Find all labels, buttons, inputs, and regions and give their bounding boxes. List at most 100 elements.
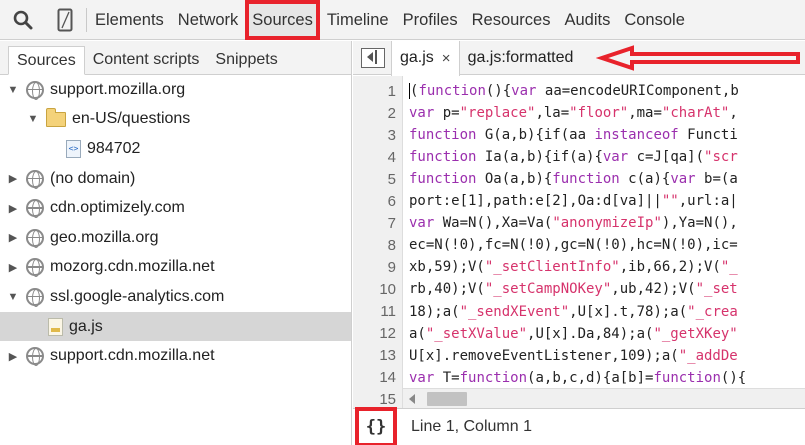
line-number[interactable]: 3 — [353, 127, 399, 144]
code-line[interactable]: 2 var p="replace",la="floor",ma="charAt", — [353, 102, 805, 124]
code-text: var T=function(a,b,c,d){a[b]=function(){ — [409, 369, 747, 386]
expand-triangle-icon[interactable]: ▼ — [26, 113, 40, 125]
editor-tab-ga-js-formatted[interactable]: ga.js:formatted — [460, 41, 582, 75]
expand-triangle-icon[interactable]: ▼ — [6, 291, 20, 303]
code-line[interactable]: 10 rb,40);V("_setCampNOKey",ub,42);V("_se… — [353, 278, 805, 300]
code-text: 18);a("_sendXEvent",U[x].t,78);a("_crea — [409, 303, 738, 320]
tree-item-label: en-US/questions — [72, 110, 191, 128]
code-editor[interactable]: 1 (function(){var aa=encodeURIComponent,b… — [353, 76, 805, 408]
code-line[interactable]: 4 function Ia(a,b){if(a){var c=J[qa]("scr — [353, 146, 805, 168]
globe-icon — [26, 258, 44, 278]
collapse-triangle-icon[interactable]: ▶ — [6, 202, 20, 215]
code-text: xb,59);V("_setClientInfo",ib,66,2);V("_ — [409, 259, 738, 276]
pretty-print-button[interactable]: {} — [355, 407, 397, 445]
code-text: function G(a,b){if(aa instanceof Functi — [409, 127, 738, 144]
tab-profiles[interactable]: Profiles — [396, 0, 465, 40]
line-number[interactable]: 13 — [353, 347, 399, 364]
globe-icon — [26, 347, 44, 367]
panel-tabs: Elements Network Sources Timeline Profil… — [88, 0, 692, 40]
device-mode-icon[interactable] — [52, 0, 78, 40]
tab-audits[interactable]: Audits — [557, 0, 617, 40]
navigator-tab-sources[interactable]: Sources — [8, 46, 85, 75]
collapse-triangle-icon[interactable]: ▶ — [6, 261, 20, 274]
tree-item-cdn-optimizely-com[interactable]: ▶ cdn.optimizely.com — [0, 193, 351, 223]
code-line[interactable]: 1 (function(){var aa=encodeURIComponent,b — [353, 80, 805, 102]
collapse-triangle-icon[interactable]: ▶ — [6, 350, 20, 363]
globe-icon — [26, 228, 44, 248]
horizontal-scrollbar[interactable] — [403, 388, 805, 408]
line-number[interactable]: 12 — [353, 325, 399, 342]
editor-tab-label: ga.js — [400, 49, 434, 66]
tree-item-label: 984702 — [87, 139, 141, 157]
code-text: function Oa(a,b){function c(a){var b=(a — [409, 171, 738, 188]
code-line[interactable]: 7 var Wa=N(),Xa=Va("anonymizeIp"),Ya=N(), — [353, 212, 805, 234]
line-number[interactable]: 15 — [353, 391, 399, 408]
line-number[interactable]: 6 — [353, 193, 399, 210]
tree-item-geo-mozilla-org[interactable]: ▶ geo.mozilla.org — [0, 223, 351, 253]
editor-tabs: ga.js × ga.js:formatted — [353, 40, 805, 76]
collapse-triangle-icon[interactable]: ▶ — [6, 231, 20, 244]
line-number[interactable]: 7 — [353, 215, 399, 232]
line-number[interactable]: 2 — [353, 105, 399, 122]
cursor-position: Line 1, Column 1 — [411, 418, 532, 435]
close-icon[interactable]: × — [442, 50, 451, 67]
toggle-navigator-icon[interactable] — [361, 47, 385, 68]
tree-item-no-domain[interactable]: ▶ (no domain) — [0, 164, 351, 194]
code-line[interactable]: 11 18);a("_sendXEvent",U[x].t,78);a("_cre… — [353, 301, 805, 323]
navigator-tab-snippets[interactable]: Snippets — [207, 46, 285, 74]
tree-item-support-mozilla-org[interactable]: ▼ support.mozilla.org — [0, 75, 351, 105]
tab-sources[interactable]: Sources — [245, 0, 320, 40]
tree-item-label: ssl.google-analytics.com — [50, 287, 225, 305]
code-line[interactable]: 3 function G(a,b){if(aa instanceof Functi — [353, 124, 805, 146]
tree-item-ssl-google-analytics-com[interactable]: ▼ ssl.google-analytics.com — [0, 282, 351, 312]
html-file-icon: <> — [66, 139, 81, 158]
code-text: function Ia(a,b){if(a){var c=J[qa]("scr — [409, 149, 738, 166]
tab-timeline[interactable]: Timeline — [320, 0, 396, 40]
expand-triangle-icon[interactable]: ▼ — [6, 84, 20, 96]
sources-navigator: Sources Content scripts Snippets ▼ suppo… — [0, 41, 352, 445]
code-line[interactable]: 14 var T=function(a,b,c,d){a[b]=function(… — [353, 367, 805, 389]
code-line[interactable]: 9 xb,59);V("_setClientInfo",ib,66,2);V("_ — [353, 256, 805, 278]
code-text: var p="replace",la="floor",ma="charAt", — [409, 105, 738, 122]
tab-resources[interactable]: Resources — [465, 0, 558, 40]
line-number[interactable]: 8 — [353, 237, 399, 254]
code-line[interactable]: 13 U[x].removeEventListener,109);a("_addD… — [353, 345, 805, 367]
editor-tab-label: ga.js:formatted — [467, 48, 574, 66]
tree-item-ga-js[interactable]: ga.js — [0, 311, 351, 342]
tree-item-label: geo.mozilla.org — [50, 228, 159, 246]
js-file-icon — [48, 317, 63, 336]
search-icon[interactable] — [10, 0, 36, 40]
tree-item-label: (no domain) — [50, 169, 136, 187]
line-number[interactable]: 5 — [353, 171, 399, 188]
tree-item-label: cdn.optimizely.com — [50, 199, 185, 217]
line-number[interactable]: 9 — [353, 259, 399, 276]
editor-tab-ga-js[interactable]: ga.js × — [391, 40, 460, 76]
line-number[interactable]: 4 — [353, 149, 399, 166]
code-text: a("_setXValue",U[x].Da,84);a("_getXKey" — [409, 325, 738, 342]
code-line[interactable]: 6 port:e[1],path:e[2],Oa:d[va]||"",url:a| — [353, 190, 805, 212]
tree-item-en-us-questions[interactable]: ▼ en-US/questions — [0, 105, 351, 135]
line-number[interactable]: 11 — [353, 303, 399, 320]
line-number[interactable]: 1 — [353, 83, 399, 100]
scroll-left-icon[interactable] — [409, 394, 415, 404]
tree-item-mozorg-cdn-mozilla-net[interactable]: ▶ mozorg.cdn.mozilla.net — [0, 253, 351, 283]
tree-item-label: support.cdn.mozilla.net — [50, 347, 215, 365]
scrollbar-thumb[interactable] — [427, 392, 467, 406]
collapse-triangle-icon[interactable]: ▶ — [6, 172, 20, 185]
line-number[interactable]: 14 — [353, 369, 399, 386]
code-text: U[x].removeEventListener,109);a("_addDe — [409, 347, 738, 364]
tree-item-support-cdn-mozilla-net[interactable]: ▶ support.cdn.mozilla.net — [0, 341, 351, 371]
tab-console[interactable]: Console — [617, 0, 692, 40]
line-number[interactable]: 10 — [353, 281, 399, 298]
code-line[interactable]: 12 a("_setXValue",U[x].Da,84);a("_getXKey… — [353, 323, 805, 345]
editor-pane: ga.js × ga.js:formatted 1 (function(){var… — [353, 40, 805, 445]
code-line[interactable]: 8 ec=N(!0),fc=N(!0),gc=N(!0),hc=N(!0),ic= — [353, 234, 805, 256]
code-text: rb,40);V("_setCampNOKey",ub,42);V("_set — [409, 281, 738, 298]
tab-network[interactable]: Network — [171, 0, 246, 40]
tab-elements[interactable]: Elements — [88, 0, 171, 40]
code-line[interactable]: 5 function Oa(a,b){function c(a){var b=(a — [353, 168, 805, 190]
globe-icon — [26, 287, 44, 307]
tree-item-label: support.mozilla.org — [50, 80, 186, 98]
tree-item-984702[interactable]: <> 984702 — [0, 134, 351, 164]
navigator-tab-content-scripts[interactable]: Content scripts — [85, 46, 208, 74]
